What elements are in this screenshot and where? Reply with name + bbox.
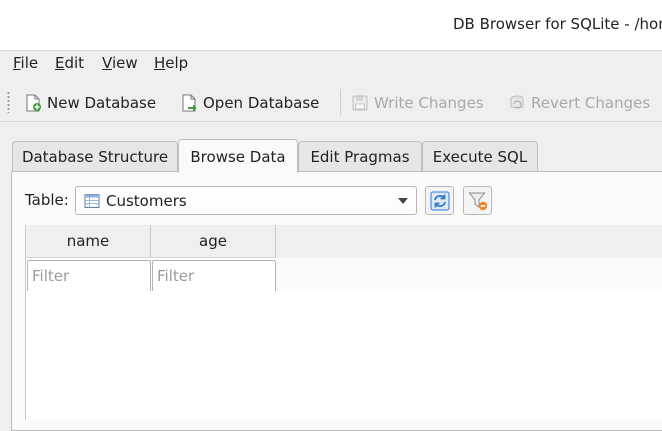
header-filler [276,225,662,258]
tab-label: Execute SQL [432,147,528,166]
refresh-table-button[interactable] [425,186,454,215]
main-tab-bar: Database Structure Browse Data Edit Prag… [0,139,662,173]
toolbar-separator [340,89,341,115]
column-header-name[interactable]: name [26,225,151,258]
open-database-button[interactable]: Open Database [180,89,319,117]
filter-input-age[interactable] [152,260,276,291]
window-title: DB Browser for SQLite - /home [453,15,662,33]
menu-edit[interactable]: Edit [55,54,84,72]
tab-label: Database Structure [21,147,169,166]
write-changes-button[interactable]: Write Changes [351,89,484,117]
open-database-icon [182,94,197,112]
tab-edit-pragmas[interactable]: Edit Pragmas [298,141,422,171]
selected-table-value: Customers [106,191,187,210]
clear-filter-icon [467,192,487,210]
revert-changes-icon [510,95,524,109]
tab-browse-data[interactable]: Browse Data [178,139,298,173]
column-header-label: name [66,232,110,250]
column-header-label: age [199,232,227,250]
clear-filters-button[interactable] [463,186,492,215]
write-changes-label: Write Changes [374,94,484,112]
table-label: Table: [25,191,69,209]
menu-help[interactable]: Help [154,54,188,72]
menu-bar: File Edit View Help [0,51,662,77]
filter-input-name[interactable] [27,260,151,291]
title-bar: DB Browser for SQLite - /home [0,0,662,51]
main-toolbar: New Database Open Database Write Changes… [0,85,662,122]
new-database-icon [26,94,41,112]
tab-label: Browse Data [190,147,286,166]
column-header-age[interactable]: age [151,225,276,258]
tab-database-structure[interactable]: Database Structure [12,141,178,171]
revert-changes-button[interactable]: Revert Changes [508,89,650,117]
data-grid[interactable]: name age [25,225,662,420]
open-database-label: Open Database [203,94,320,112]
write-changes-icon [352,95,368,111]
tab-label: Edit Pragmas [310,147,410,166]
revert-changes-label: Revert Changes [531,94,651,112]
tab-execute-sql[interactable]: Execute SQL [422,141,538,171]
filter-row-filler [276,258,662,291]
refresh-icon [430,191,449,210]
chevron-down-icon [398,198,408,204]
table-select[interactable]: Customers [75,186,417,215]
table-icon [84,193,100,208]
toolbar-grip-handle[interactable] [7,91,10,113]
new-database-button[interactable]: New Database [24,89,156,117]
menu-view[interactable]: View [102,54,138,72]
new-database-label: New Database [47,94,157,112]
menu-file[interactable]: File [13,54,38,72]
